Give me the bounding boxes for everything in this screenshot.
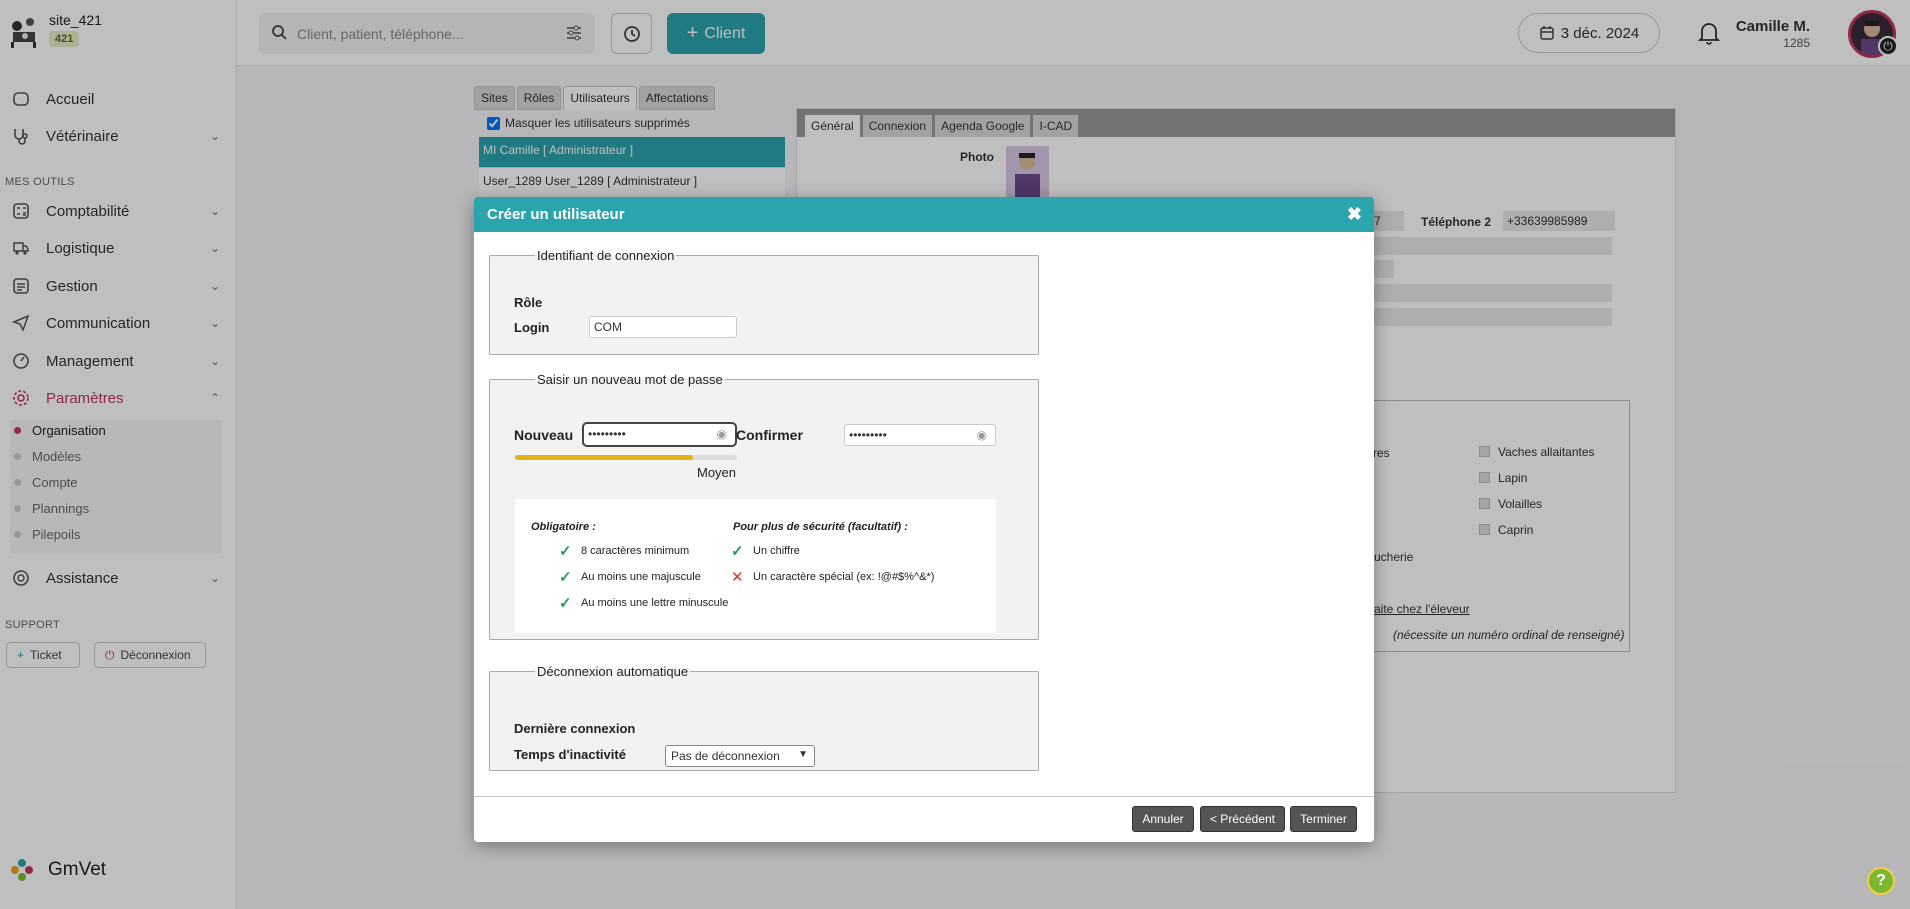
inactivity-value: Pas de déconnexion (671, 749, 780, 763)
dialog-header: Créer un utilisateur ✖ (474, 197, 1374, 232)
confirm-password-label: Confirmer (736, 427, 803, 443)
inactivity-label: Temps d'inactivité (514, 747, 626, 762)
check-icon: ✓ (559, 595, 572, 612)
rule-text: Au moins une lettre minuscule (581, 597, 729, 609)
check-icon: ✓ (559, 569, 572, 586)
login-input[interactable]: COM (589, 316, 737, 338)
optional-heading: Pour plus de sécurité (facultatif) : (733, 521, 908, 533)
password-fieldset: Saisir un nouveau mot de passe Nouveau •… (489, 372, 1039, 640)
password-rules: Obligatoire : Pour plus de sécurité (fac… (515, 499, 996, 633)
rule-text: 8 caractères minimum (581, 545, 690, 557)
eye-icon[interactable]: ◉ (977, 428, 987, 442)
cancel-button[interactable]: Annuler (1132, 806, 1194, 832)
rule-text: Un caractère spécial (ex: !@#$%^&*) (753, 571, 935, 583)
finish-button[interactable]: Terminer (1290, 806, 1357, 832)
password-strength-fill (515, 455, 693, 460)
login-fieldset: Identifiant de connexion Rôle Login COM (489, 248, 1039, 355)
close-icon[interactable]: ✖ (1347, 204, 1362, 225)
rule-item: ✓ Un chiffre (731, 542, 800, 560)
help-icon[interactable]: ? (1867, 867, 1895, 895)
new-password-value: ••••••••• (588, 427, 626, 441)
auto-logout-fieldset: Déconnexion automatique Dernière connexi… (489, 664, 1039, 771)
check-icon: ✓ (731, 543, 744, 560)
chevron-down-icon: ▼ (798, 749, 808, 760)
check-icon: ✓ (559, 543, 572, 560)
rule-text: Au moins une majuscule (581, 571, 701, 583)
login-label: Login (514, 320, 550, 335)
role-label: Rôle (514, 295, 543, 310)
previous-button[interactable]: < Précédent (1200, 806, 1285, 832)
new-password-input[interactable]: ••••••••• ◉ (582, 422, 737, 447)
password-strength-label: Moyen (697, 465, 737, 480)
rule-item: ✕ Un caractère spécial (ex: !@#$%^&*) (731, 568, 934, 586)
last-login-label: Dernière connexion (514, 721, 636, 736)
rule-item: ✓ Au moins une majuscule (559, 568, 701, 586)
confirm-password-value: ••••••••• (849, 428, 887, 442)
password-section-title: Saisir un nouveau mot de passe (537, 372, 723, 387)
rule-item: ✓ Au moins une lettre minuscule (559, 594, 728, 612)
dialog-footer: Annuler < Précédent Terminer (474, 796, 1374, 842)
auto-logout-section-title: Déconnexion automatique (537, 664, 689, 679)
rule-text: Un chiffre (753, 545, 800, 557)
eye-icon[interactable]: ◉ (717, 427, 727, 441)
password-strength-bar (515, 455, 737, 460)
inactivity-select[interactable]: Pas de déconnexion ▼ (665, 745, 815, 767)
rule-item: ✓ 8 caractères minimum (559, 542, 689, 560)
login-section-title: Identifiant de connexion (537, 248, 675, 263)
new-password-label: Nouveau (514, 427, 574, 443)
cross-icon: ✕ (731, 569, 744, 586)
dialog-title: Créer un utilisateur (487, 206, 625, 223)
mandatory-heading: Obligatoire : (531, 521, 596, 533)
create-user-dialog: Créer un utilisateur ✖ Identifiant de co… (474, 197, 1374, 842)
confirm-password-input[interactable]: ••••••••• ◉ (844, 424, 996, 446)
